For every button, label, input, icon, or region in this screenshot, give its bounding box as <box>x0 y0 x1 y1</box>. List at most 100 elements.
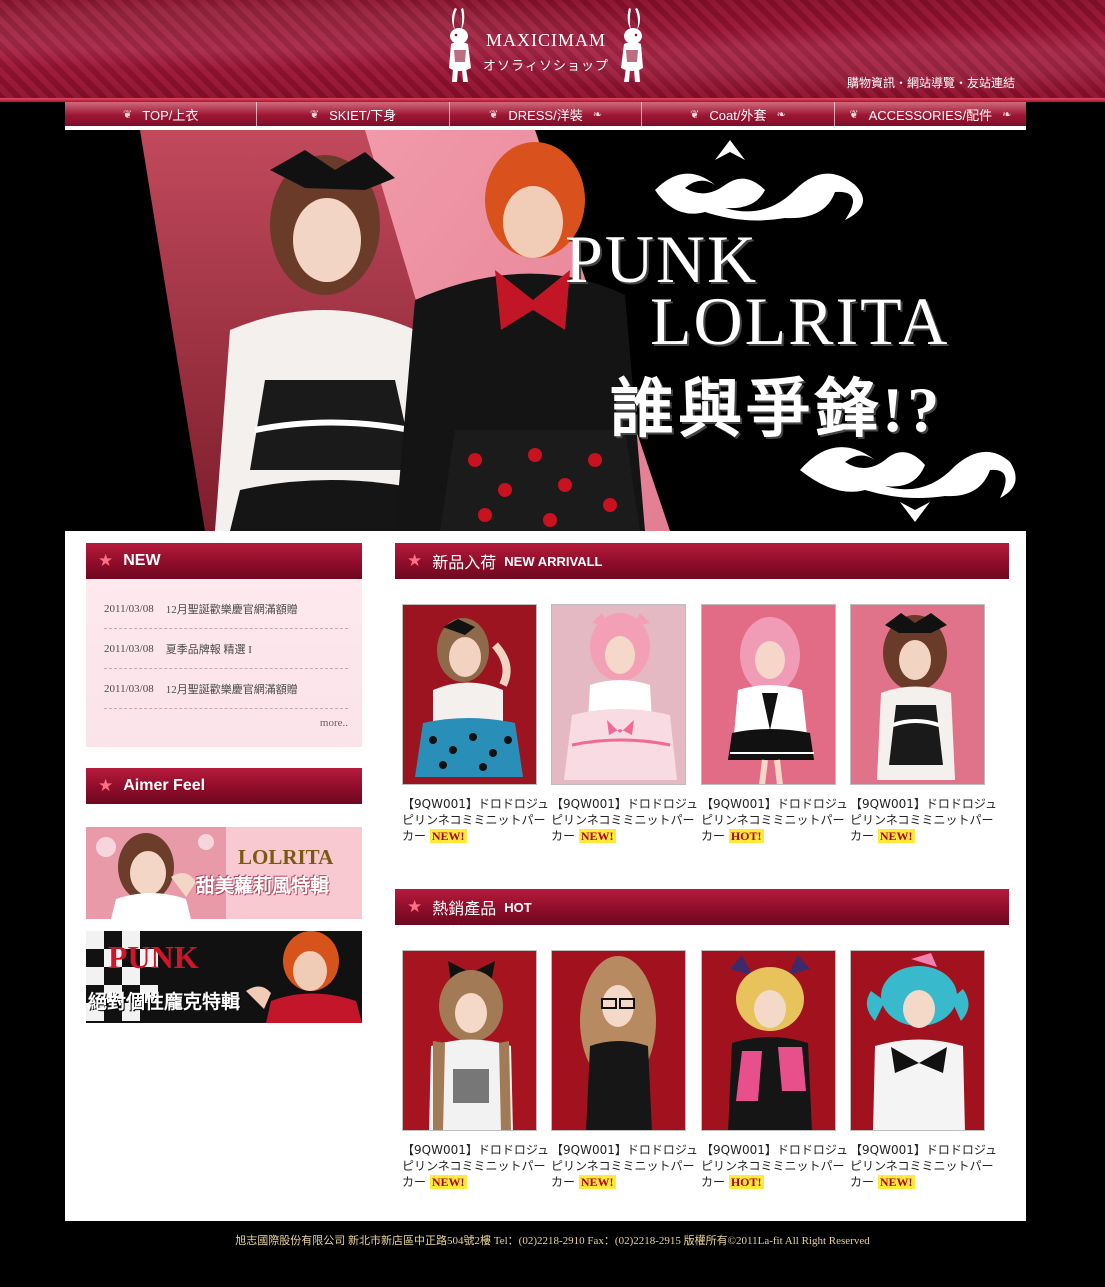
ornament-icon: ❦ <box>309 108 320 121</box>
product-name: 【9QW001】ドロドロジュピリンネコミミニットパーカー <box>701 1143 849 1189</box>
news-text: 夏季品牌報 精選 I <box>165 643 252 656</box>
product-image[interactable] <box>551 950 686 1131</box>
site-footer: 旭志國際股份有限公司 新北市新店區中正路504號2樓 Tel：(02)2218-… <box>0 1221 1105 1287</box>
promo-punk-banner[interactable]: PUNK 絕對個性龐克特輯 <box>86 931 362 1023</box>
nav-item-coat[interactable]: ❦ Coat/外套 ❧ <box>642 102 835 126</box>
product-caption[interactable]: 【9QW001】ドロドロジュピリンネコミミニットパーカー NEW! <box>402 1142 552 1190</box>
banner-title-slogan: 誰與爭鋒!? <box>610 374 944 445</box>
product-name: 【9QW001】ドロドロジュピリンネコミミニットパーカー <box>850 797 998 843</box>
product-image[interactable] <box>551 604 686 785</box>
aimer-feel-header: ★ Aimer Feel <box>86 768 362 804</box>
product-name: 【9QW001】ドロドロジュピリンネコミミニットパーカー <box>551 797 699 843</box>
star-icon: ★ <box>407 897 423 916</box>
ornament-icon: ❦ <box>123 108 133 121</box>
promo-lolita-banner[interactable]: LOLRITA 甜美蘿莉風特輯 <box>86 827 362 919</box>
news-box: 2011/03/08 12月聖誕歡樂慶官網滿額贈 2011/03/08 夏季品牌… <box>86 579 362 747</box>
product-image[interactable] <box>701 950 836 1131</box>
product-image[interactable] <box>402 950 537 1131</box>
news-item[interactable]: 2011/03/08 12月聖誕歡樂慶官網滿額贈 <box>104 589 348 629</box>
nav-label: Coat/外套 <box>709 107 767 123</box>
product-name: 【9QW001】ドロドロジュピリンネコミミニットパーカー <box>701 797 849 843</box>
product-card[interactable]: 【9QW001】ドロドロジュピリンネコミミニットパーカー NEW! <box>850 950 997 1190</box>
nav-item-top[interactable]: ❦ TOP/上衣 <box>65 102 258 126</box>
promo-lolita-subtitle: 甜美蘿莉風特輯 <box>196 876 330 897</box>
brand-subtitle: オソラィソショップ <box>482 58 609 73</box>
new-arrival-header: ★ 新品入荷 NEW ARRIVALL <box>395 543 1009 579</box>
product-caption[interactable]: 【9QW001】ドロドロジュピリンネコミミニットパーカー HOT! <box>701 1142 851 1190</box>
product-tag-badge: HOT! <box>728 829 764 843</box>
product-name: 【9QW001】ドロドロジュピリンネコミミニットパーカー <box>551 1143 699 1189</box>
star-icon: ★ <box>407 551 423 570</box>
product-caption[interactable]: 【9QW001】ドロドロジュピリンネコミミニットパーカー HOT! <box>701 796 851 844</box>
promo-punk-title: PUNK <box>108 939 199 975</box>
news-text: 12月聖誕歡樂慶官網滿額贈 <box>165 603 298 616</box>
news-header: ★ NEW <box>86 543 362 579</box>
product-image[interactable] <box>850 950 985 1131</box>
header-utility-links[interactable]: 購物資訊・網站導覽・友站連結 <box>847 74 1015 91</box>
product-caption[interactable]: 【9QW001】ドロドロジュピリンネコミミニットパーカー NEW! <box>551 1142 701 1190</box>
news-item[interactable]: 2011/03/08 夏季品牌報 精選 I <box>104 629 348 669</box>
product-image[interactable] <box>701 604 836 785</box>
brand-name: MAXICIMAM <box>485 30 606 50</box>
product-tag-badge: NEW! <box>429 829 467 843</box>
nav-label: TOP/上衣 <box>142 107 199 123</box>
rabbit-right-icon <box>621 8 643 82</box>
product-name: 【9QW001】ドロドロジュピリンネコミミニットパーカー <box>402 797 550 843</box>
product-card[interactable]: 【9QW001】ドロドロジュピリンネコミミニットパーカー HOT! <box>701 950 848 1190</box>
product-card[interactable]: 【9QW001】ドロドロジュピリンネコミミニットパーカー NEW! <box>402 604 549 844</box>
hot-header: ★ 熱銷產品 HOT <box>395 889 1009 925</box>
ornament-icon: ❧ <box>776 108 786 121</box>
new-arrival-title-cn: 新品入荷 <box>432 555 497 572</box>
new-arrival-title-en: NEW ARRIVALL <box>504 553 603 569</box>
banner-title-lolrita: LOLRITA <box>650 283 950 359</box>
product-card[interactable]: 【9QW001】ドロドロジュピリンネコミミニットパーカー NEW! <box>551 604 698 844</box>
product-caption[interactable]: 【9QW001】ドロドロジュピリンネコミミニットパーカー NEW! <box>850 796 1000 844</box>
product-tag-badge: HOT! <box>728 1175 764 1189</box>
nav-item-dress[interactable]: ❦ DRESS/洋裝 ❧ <box>450 102 643 126</box>
nav-item-skirt[interactable]: ❦ SKIET/下身 <box>257 102 450 126</box>
product-image[interactable] <box>402 604 537 785</box>
product-tag-badge: NEW! <box>877 1175 915 1189</box>
hot-title-cn: 熱銷產品 <box>432 901 497 918</box>
product-caption[interactable]: 【9QW001】ドロドロジュピリンネコミミニットパーカー NEW! <box>850 1142 1000 1190</box>
product-tag-badge: NEW! <box>429 1175 467 1189</box>
news-text: 12月聖誕歡樂慶官網滿額贈 <box>165 683 298 696</box>
aimer-feel-title: Aimer Feel <box>123 777 206 794</box>
product-tag-badge: NEW! <box>877 829 915 843</box>
ornament-icon: ❦ <box>489 108 499 121</box>
product-name: 【9QW001】ドロドロジュピリンネコミミニットパーカー <box>402 1143 550 1189</box>
nav-label: ACCESSORIES/配件 <box>868 107 993 123</box>
product-card[interactable]: 【9QW001】ドロドロジュピリンネコミミニットパーカー NEW! <box>850 604 997 844</box>
promo-punk-subtitle: 絕對個性龐克特輯 <box>88 992 241 1013</box>
site-logo[interactable]: MAXICIMAM オソラィソショップ <box>436 4 656 86</box>
main-nav: ❦ TOP/上衣 ❦ SKIET/下身 ❦ DRESS/洋裝 ❧ ❦ Coat/… <box>65 102 1026 126</box>
news-title: NEW <box>123 552 161 569</box>
ornament-icon: ❧ <box>1002 108 1012 121</box>
nav-label: SKIET/下身 <box>329 107 397 123</box>
ornament-icon: ❦ <box>849 108 859 121</box>
ornament-icon: ❧ <box>592 108 602 121</box>
product-card[interactable]: 【9QW001】ドロドロジュピリンネコミミニットパーカー NEW! <box>551 950 698 1190</box>
product-image[interactable] <box>850 604 985 785</box>
news-date: 2011/03/08 <box>104 682 154 695</box>
nav-label: DRESS/洋裝 <box>508 107 583 123</box>
product-name: 【9QW001】ドロドロジュピリンネコミミニットパーカー <box>850 1143 998 1189</box>
hot-title-en: HOT <box>504 899 532 915</box>
ornament-icon: ❦ <box>690 108 700 121</box>
news-item[interactable]: 2011/03/08 12月聖誕歡樂慶官網滿額贈 <box>104 669 348 709</box>
product-card[interactable]: 【9QW001】ドロドロジュピリンネコミミニットパーカー NEW! <box>402 950 549 1190</box>
product-tag-badge: NEW! <box>578 829 616 843</box>
rabbit-left-icon <box>448 8 471 82</box>
hero-banner[interactable]: PUNK LOLRITA 誰與爭鋒!? <box>65 130 1026 531</box>
news-date: 2011/03/08 <box>104 602 154 615</box>
star-icon: ★ <box>98 551 114 570</box>
product-caption[interactable]: 【9QW001】ドロドロジュピリンネコミミニットパーカー NEW! <box>402 796 552 844</box>
nav-item-accessories[interactable]: ❦ ACCESSORIES/配件 ❧ <box>835 102 1026 126</box>
footer-copyright: 旭志國際股份有限公司 新北市新店區中正路504號2樓 Tel：(02)2218-… <box>235 1235 870 1247</box>
product-tag-badge: NEW! <box>578 1175 616 1189</box>
star-icon: ★ <box>98 776 114 795</box>
promo-lolita-title: LOLRITA <box>238 845 334 869</box>
product-card[interactable]: 【9QW001】ドロドロジュピリンネコミミニットパーカー HOT! <box>701 604 848 844</box>
product-caption[interactable]: 【9QW001】ドロドロジュピリンネコミミニットパーカー NEW! <box>551 796 701 844</box>
news-more-link[interactable]: more.. <box>320 717 348 729</box>
